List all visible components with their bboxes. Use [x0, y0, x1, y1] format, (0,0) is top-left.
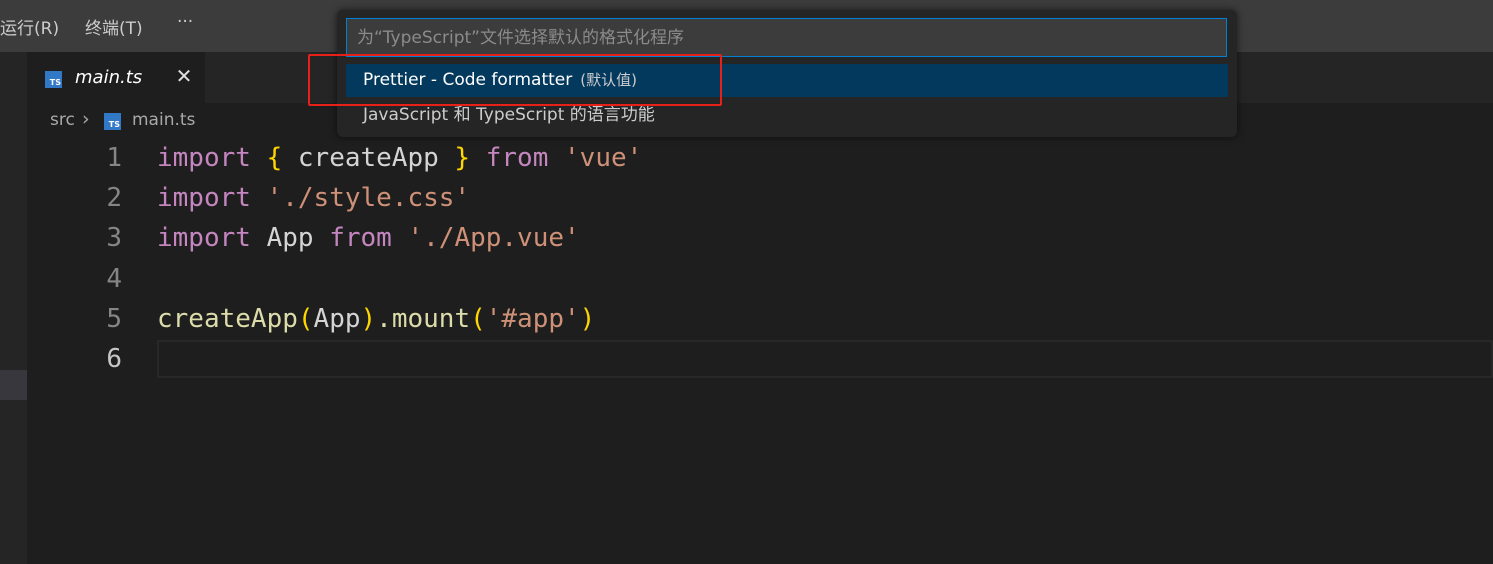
- line-number: 5: [106, 304, 122, 334]
- breadcrumb-folder[interactable]: src: [50, 110, 75, 130]
- annotation-highlight-box: [308, 54, 722, 106]
- typescript-file-icon: TS: [104, 113, 121, 130]
- line-number: 3: [106, 223, 122, 253]
- code-line: 1 import { createApp } from 'vue': [27, 138, 1493, 178]
- line-number: 6: [106, 344, 122, 374]
- menu-terminal[interactable]: 终端(T): [85, 14, 143, 39]
- quick-pick-item-label: JavaScript 和 TypeScript 的语言功能: [363, 105, 655, 125]
- code-line: 3 import App from './App.vue': [27, 218, 1493, 258]
- code-text: import './style.css': [157, 183, 471, 213]
- activity-bar: [0, 52, 27, 564]
- activity-indicator: [0, 370, 27, 400]
- close-icon[interactable]: ✕: [173, 64, 195, 88]
- typescript-file-icon: TS: [45, 71, 62, 88]
- line-number: 1: [106, 143, 122, 173]
- code-line: 6: [27, 339, 1493, 379]
- code-editor[interactable]: 1 import { createApp } from 'vue' 2 impo…: [27, 138, 1493, 564]
- code-text: import { createApp } from 'vue': [157, 143, 643, 173]
- tab-main-ts[interactable]: TS main.ts ✕: [27, 52, 205, 103]
- breadcrumb-file[interactable]: main.ts: [132, 110, 195, 130]
- code-text: createApp(App).mount('#app'): [157, 304, 596, 334]
- more-menu-icon[interactable]: ···: [177, 12, 193, 32]
- code-text: import App from './App.vue': [157, 223, 580, 253]
- line-number: 4: [106, 264, 122, 294]
- code-line: 2 import './style.css': [27, 178, 1493, 218]
- code-line: 4: [27, 259, 1493, 299]
- line-number: 2: [106, 183, 122, 213]
- tab-label: main.ts: [75, 67, 143, 88]
- code-line: 5 createApp(App).mount('#app'): [27, 299, 1493, 339]
- quick-pick-input[interactable]: [346, 18, 1227, 57]
- menu-run[interactable]: 运行(R): [0, 14, 59, 39]
- chevron-right-icon: ›: [82, 108, 90, 130]
